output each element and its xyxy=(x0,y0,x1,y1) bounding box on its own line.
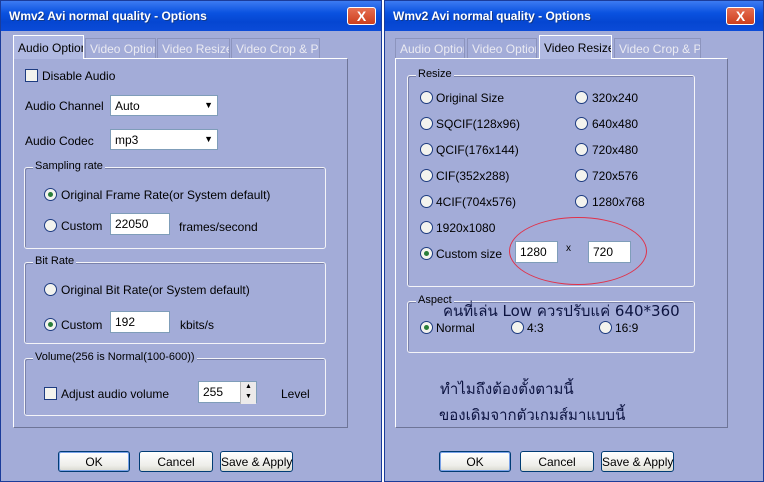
video-resize-window: Wmv2 Avi normal quality - Options X Audi… xyxy=(384,0,764,482)
adjust-volume-checkbox[interactable] xyxy=(44,387,57,400)
aspect-normal-radio[interactable] xyxy=(420,321,433,334)
resize-legend: Resize xyxy=(416,68,454,80)
highlight-ellipse xyxy=(509,217,647,285)
tab-video-crop[interactable]: Video Crop & Pac xyxy=(231,38,320,58)
original-frame-rate-radio[interactable] xyxy=(44,188,57,201)
volume-legend: Volume(256 is Normal(100-600)) xyxy=(33,351,197,363)
cif-label: CIF(352x288) xyxy=(436,169,510,183)
tab-audio-option[interactable]: Audio Option xyxy=(13,35,84,59)
tab-video-option[interactable]: Video Option xyxy=(467,38,537,58)
bit-rate-unit: kbits/s xyxy=(180,318,215,332)
custom-bit-rate-label: Custom xyxy=(61,318,103,332)
720x480-radio[interactable] xyxy=(575,143,588,156)
audio-channel-label: Audio Channel xyxy=(25,99,104,113)
tab-video-crop[interactable]: Video Crop & Pac xyxy=(614,38,701,58)
640x480-radio[interactable] xyxy=(575,117,588,130)
tab-video-resize[interactable]: Video Resize xyxy=(157,38,230,58)
custom-size-label: Custom size xyxy=(436,247,503,261)
qcif-label: QCIF(176x144) xyxy=(436,143,519,157)
ok-button[interactable]: OK xyxy=(58,451,130,472)
sqcif-radio[interactable] xyxy=(420,117,433,130)
sampling-rate-group: Sampling rate Original Frame Rate(or Sys… xyxy=(24,160,326,249)
volume-group: Volume(256 is Normal(100-600)) Adjust au… xyxy=(24,351,326,416)
640x480-label: 640x480 xyxy=(592,117,639,131)
audio-channel-select[interactable]: Auto ▼ xyxy=(110,95,218,116)
spin-up-icon[interactable]: ▲ xyxy=(241,382,256,392)
volume-level-label: Level xyxy=(281,387,310,401)
custom-sampling-label: Custom xyxy=(61,219,103,233)
annotation-line-3: ของเดิมจากตัวเกมส์มาแบบนี้ xyxy=(439,406,626,424)
spin-down-icon[interactable]: ▼ xyxy=(241,392,256,402)
cancel-button[interactable]: Cancel xyxy=(520,451,594,472)
volume-value: 255 xyxy=(203,385,224,399)
720x576-label: 720x576 xyxy=(592,169,639,183)
sampling-rate-legend: Sampling rate xyxy=(33,160,105,172)
custom-size-radio[interactable] xyxy=(420,247,433,260)
320x240-label: 320x240 xyxy=(592,91,639,105)
cif-radio[interactable] xyxy=(420,169,433,182)
320x240-radio[interactable] xyxy=(575,91,588,104)
save-apply-button[interactable]: Save & Apply xyxy=(220,451,293,472)
disable-audio-checkbox[interactable] xyxy=(25,69,38,82)
4cif-radio[interactable] xyxy=(420,195,433,208)
audio-codec-label: Audio Codec xyxy=(25,134,94,148)
sampling-rate-unit: frames/second xyxy=(179,220,258,234)
annotation-line-2: ทำไมถึงต้องตั้งตามนี้ xyxy=(440,380,574,398)
chevron-down-icon: ▼ xyxy=(204,100,213,110)
close-button[interactable]: X xyxy=(726,7,755,25)
window-title: Wmv2 Avi normal quality - Options xyxy=(1,1,381,31)
aspect-normal-label: Normal xyxy=(436,321,475,335)
annotation-line-1: คนที่เล่น Low ควรปรับแค่ 640*360 xyxy=(443,302,680,320)
video-resize-panel: Resize Original Size SQCIF(128x96) QCIF(… xyxy=(395,58,728,428)
4cif-label: 4CIF(704x576) xyxy=(436,195,517,209)
chevron-down-icon: ▼ xyxy=(204,134,213,144)
audio-channel-value: Auto xyxy=(115,99,140,113)
tab-video-option[interactable]: Video Option xyxy=(85,38,156,58)
1280x768-radio[interactable] xyxy=(575,195,588,208)
cancel-button[interactable]: Cancel xyxy=(139,451,213,472)
1280x768-label: 1280x768 xyxy=(592,195,645,209)
disable-audio-label: Disable Audio xyxy=(42,69,116,83)
original-bit-rate-radio[interactable] xyxy=(44,283,57,296)
original-size-label: Original Size xyxy=(436,91,505,105)
audio-codec-value: mp3 xyxy=(115,133,139,147)
custom-sampling-radio[interactable] xyxy=(44,219,57,232)
bit-rate-group: Bit Rate Original Bit Rate(or System def… xyxy=(24,255,326,344)
ok-button[interactable]: OK xyxy=(439,451,511,472)
original-bit-rate-label: Original Bit Rate(or System default) xyxy=(61,283,250,297)
720x480-label: 720x480 xyxy=(592,143,639,157)
adjust-volume-label: Adjust audio volume xyxy=(61,387,170,401)
sqcif-label: SQCIF(128x96) xyxy=(436,117,521,131)
tab-video-resize[interactable]: Video Resize xyxy=(539,35,612,59)
bit-rate-legend: Bit Rate xyxy=(33,255,77,267)
audio-codec-select[interactable]: mp3 ▼ xyxy=(110,129,218,150)
720x576-radio[interactable] xyxy=(575,169,588,182)
window-title: Wmv2 Avi normal quality - Options xyxy=(385,1,763,31)
aspect-4-3-label: 4:3 xyxy=(527,321,544,335)
original-frame-rate-label: Original Frame Rate(or System default) xyxy=(61,188,271,202)
aspect-16-9-label: 16:9 xyxy=(615,321,639,335)
save-apply-button[interactable]: Save & Apply xyxy=(601,451,674,472)
tab-audio-option[interactable]: Audio Option xyxy=(395,38,465,58)
1920x1080-label: 1920x1080 xyxy=(436,221,496,235)
audio-options-window: Wmv2 Avi normal quality - Options X Audi… xyxy=(0,0,382,482)
sampling-rate-input[interactable]: 22050 xyxy=(110,213,170,235)
volume-input[interactable]: 255 ▲ ▼ xyxy=(198,381,257,404)
custom-bit-rate-radio[interactable] xyxy=(44,318,57,331)
close-button[interactable]: X xyxy=(347,7,376,25)
original-size-radio[interactable] xyxy=(420,91,433,104)
audio-option-panel: Disable Audio Audio Channel Auto ▼ Audio… xyxy=(13,58,348,428)
bit-rate-input[interactable]: 192 xyxy=(110,311,170,333)
1920x1080-radio[interactable] xyxy=(420,221,433,234)
qcif-radio[interactable] xyxy=(420,143,433,156)
volume-spinner[interactable]: ▲ ▼ xyxy=(240,382,256,404)
